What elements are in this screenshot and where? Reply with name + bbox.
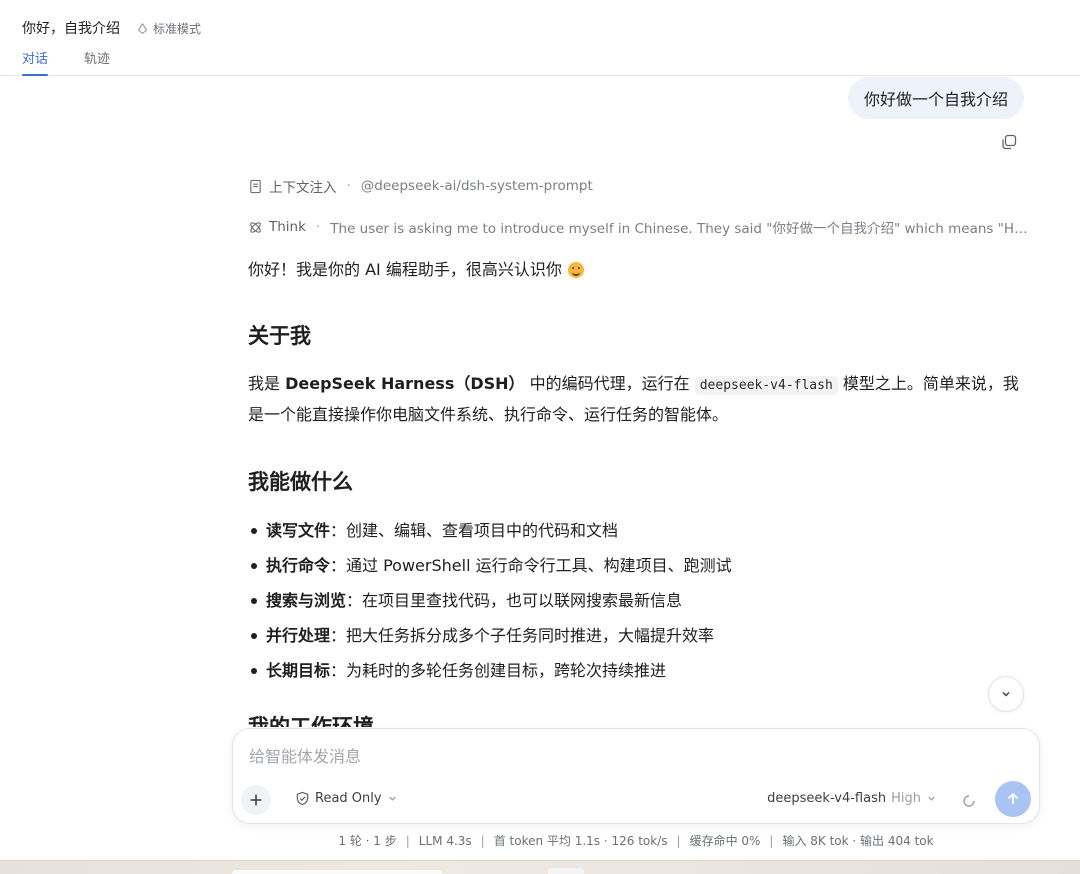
send-button[interactable] — [995, 781, 1031, 817]
stat-cache: 缓存命中 0% — [689, 834, 761, 848]
separator-dot: · — [315, 219, 321, 235]
loading-icon[interactable] — [961, 793, 977, 809]
list-item-title: 长期目标 — [266, 661, 331, 680]
tab-bar: 对话 轨迹 — [22, 48, 110, 76]
stat-separator: | — [769, 834, 774, 848]
smile-emoji-icon — [567, 262, 584, 278]
permission-label: Read Only — [315, 791, 382, 806]
run-stats: 1 轮 · 1 步 | LLM 4.3s | 首 token 平均 1.1s · 126… — [0, 832, 1080, 849]
list-item: 长期目标：为耗时的多轮任务创建目标，跨轮次持续推进 — [248, 653, 1028, 688]
context-injection-line[interactable]: 上下文注入 · @deepseek-ai/dsh-system-prompt — [248, 176, 1028, 196]
section-title-capabilities: 我能做什么 — [248, 470, 353, 494]
shield-check-icon — [296, 791, 309, 806]
list-item-text: ：通过 PowerShell 运行命令行工具、构建项目、跑测试 — [330, 556, 732, 575]
list-item-title: 执行命令 — [266, 556, 331, 575]
list-item: 执行命令：通过 PowerShell 运行命令行工具、构建项目、跑测试 — [248, 548, 1028, 583]
tab-chat[interactable]: 对话 — [22, 48, 49, 76]
stat-llm: LLM 4.3s — [418, 834, 472, 848]
tab-trace[interactable]: 轨迹 — [84, 48, 110, 76]
list-item-title: 并行处理 — [266, 626, 331, 645]
think-summary: The user is asking me to introduce mysel… — [330, 221, 1028, 237]
greeting-text: 你好！我是你的 AI 编程助手，很高兴认识你 — [248, 260, 562, 279]
permission-selector[interactable]: Read Only — [295, 791, 398, 806]
about-pre: 我是 — [248, 374, 286, 393]
model-name: deepseek-v4-flash — [767, 791, 887, 806]
list-item-text: ：为耗时的多轮任务创建目标，跨轮次持续推进 — [330, 661, 667, 680]
list-item-text: ：把大任务拆分成多个子任务同时推进，大幅提升效率 — [330, 626, 715, 645]
list-item-text: ：在项目里查找代码，也可以联网搜索最新信息 — [346, 591, 683, 610]
stat-separator: | — [405, 834, 410, 848]
attach-button[interactable] — [241, 785, 271, 815]
model-selector[interactable]: deepseek-v4-flash High — [767, 791, 937, 806]
plus-icon — [250, 794, 262, 806]
chevron-down-icon — [928, 796, 935, 801]
copy-button[interactable] — [1000, 133, 1018, 151]
header: 你好，自我介绍 标准模式 对话 轨迹 — [0, 0, 1080, 76]
assistant-answer: 你好！我是你的 AI 编程助手，很高兴认识你 关于我 我是 DeepSeek H… — [248, 257, 1028, 727]
copy-icon — [1002, 134, 1017, 150]
mode-selector[interactable]: 标准模式 — [136, 20, 201, 37]
stat-separator: | — [676, 834, 681, 848]
conversation-area[interactable]: 你好做一个自我介绍 上下文注入 · @deepseek-ai/dsh-syste… — [0, 77, 1080, 727]
stat-first-token: 首 token 平均 1.1s · 126 tok/s — [493, 834, 668, 848]
list-item-title: 读写文件 — [266, 521, 331, 540]
chat-title: 你好，自我介绍 — [22, 21, 120, 37]
taskbar-search[interactable] — [232, 870, 442, 874]
context-injection-source: @deepseek-ai/dsh-system-prompt — [360, 178, 593, 194]
answer-greeting: 你好！我是你的 AI 编程助手，很高兴认识你 — [248, 257, 1028, 283]
message-composer: Read Only deepseek-v4-flash High — [232, 728, 1040, 824]
document-icon — [250, 179, 261, 193]
stat-tokens: 输入 8K tok · 输出 404 tok — [782, 834, 934, 848]
atom-icon — [250, 221, 261, 233]
taskbar — [0, 860, 1080, 874]
about-mid: 中的编码代理，运行在 — [524, 374, 695, 393]
context-injection-label: 上下文注入 — [269, 180, 337, 196]
section-title-environment: 我的工作环境 — [248, 715, 374, 727]
title-row: 你好，自我介绍 标准模式 — [22, 18, 201, 38]
list-item-title: 搜索与浏览 — [266, 591, 347, 610]
list-item: 搜索与浏览：在项目里查找代码，也可以联网搜索最新信息 — [248, 583, 1028, 618]
chevron-down-icon — [388, 796, 396, 801]
list-item-text: ：创建、编辑、查看项目中的代码和文档 — [330, 521, 619, 540]
capability-list: 读写文件：创建、编辑、查看项目中的代码和文档 执行命令：通过 PowerShel… — [248, 513, 1028, 688]
message-input[interactable] — [249, 743, 1019, 769]
list-item: 读写文件：创建、编辑、查看项目中的代码和文档 — [248, 513, 1028, 548]
think-label: Think — [269, 219, 306, 235]
taskbar-app[interactable] — [548, 868, 584, 874]
think-line[interactable]: Think · The user is asking me to introdu… — [248, 217, 1028, 237]
separator-dot: · — [346, 178, 351, 194]
about-product-name: DeepSeek Harness（DSH） — [285, 374, 525, 393]
mode-label: 标准模式 — [153, 21, 202, 36]
list-item: 并行处理：把大任务拆分成多个子任务同时推进，大幅提升效率 — [248, 618, 1028, 653]
model-level: High — [891, 791, 921, 806]
arrow-up-icon — [1007, 792, 1019, 804]
about-paragraph: 我是 DeepSeek Harness（DSH） 中的编码代理，运行在 deep… — [248, 369, 1028, 429]
chevron-down-icon — [1002, 691, 1010, 697]
recycle-icon — [137, 22, 148, 34]
stat-separator: | — [480, 834, 485, 848]
stat-turns: 1 轮 · 1 步 — [338, 834, 397, 848]
scroll-to-bottom-button[interactable] — [988, 676, 1024, 712]
user-message: 你好做一个自我介绍 — [847, 77, 1024, 119]
model-code: deepseek-v4-flash — [694, 376, 838, 395]
section-title-about: 关于我 — [248, 324, 311, 348]
